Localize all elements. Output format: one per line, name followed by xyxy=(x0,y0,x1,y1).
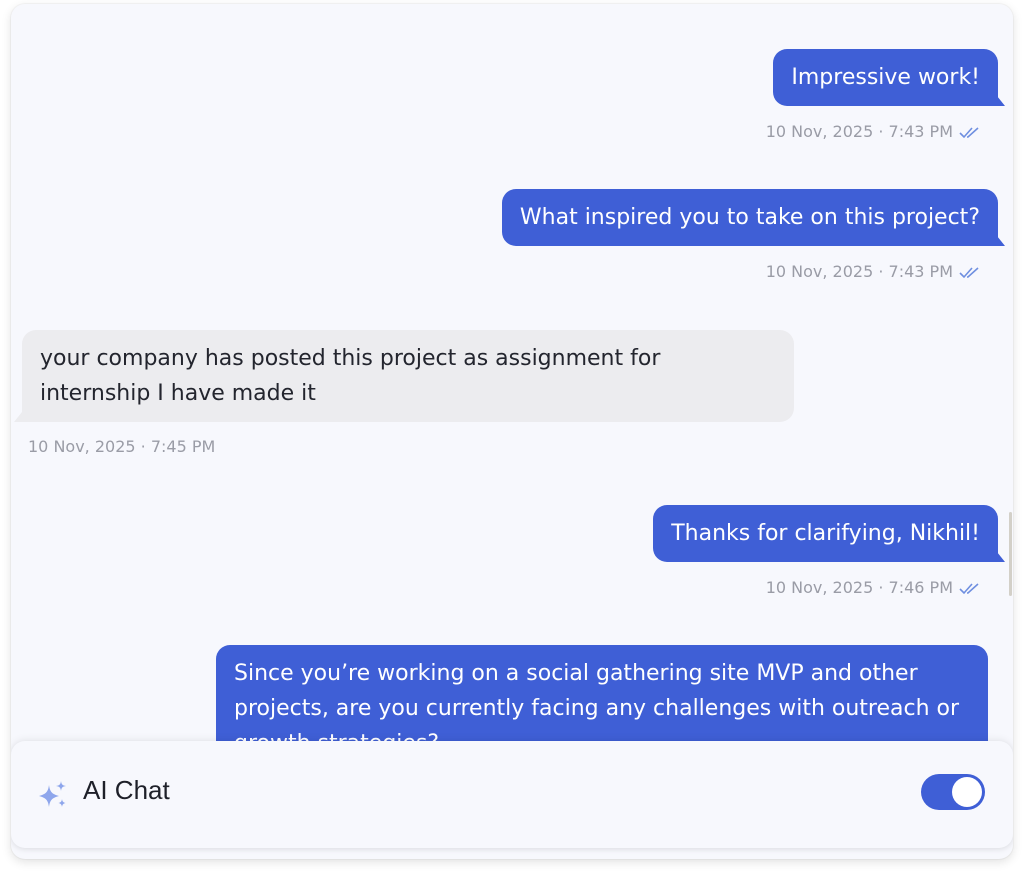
message-text-line: projects, are you currently facing any c… xyxy=(234,696,960,721)
message-meta: 10 Nov, 2025 · 7:46 PM xyxy=(766,578,981,597)
scrollbar-thumb[interactable] xyxy=(1009,512,1012,596)
sparkle-icon xyxy=(39,781,66,807)
toggle-knob xyxy=(952,777,982,807)
message-list[interactable]: Impressive work! 10 Nov, 2025 · 7:43 PM … xyxy=(11,4,1013,741)
message-timestamp: 10 Nov, 2025 · 7:45 PM xyxy=(28,437,216,456)
message-outgoing: Impressive work! xyxy=(773,49,1005,106)
message-bubble[interactable]: your company has posted this project as … xyxy=(14,330,794,422)
message-bubble[interactable]: Thanks for clarifying, Nikhil! xyxy=(653,505,1005,562)
message-bubble[interactable]: Impressive work! xyxy=(773,49,1005,106)
ai-chat-bar: AI Chat xyxy=(11,741,1013,848)
message-timestamp: 10 Nov, 2025 · 7:43 PM xyxy=(765,262,953,281)
message-text: Impressive work! xyxy=(791,65,980,90)
message-text-line: internship I have made it xyxy=(40,381,316,406)
message-bubble[interactable]: Since you’re working on a social gatheri… xyxy=(216,645,988,741)
read-ticks-icon xyxy=(959,582,979,594)
message-text: What inspired you to take on this projec… xyxy=(519,205,980,230)
message-outgoing: Since you’re working on a social gatheri… xyxy=(216,645,988,741)
message-timestamp: 10 Nov, 2025 · 7:43 PM xyxy=(765,122,953,141)
read-ticks-icon xyxy=(959,266,979,278)
ai-chat-toggle[interactable] xyxy=(921,774,985,810)
read-ticks-icon xyxy=(959,126,979,138)
message-outgoing: What inspired you to take on this projec… xyxy=(501,189,1006,246)
message-incoming: your company has posted this project as … xyxy=(14,330,794,422)
message-meta: 10 Nov, 2025 · 7:43 PM xyxy=(766,262,981,281)
message-text-line: growth strategies? xyxy=(234,726,970,741)
message-bubble[interactable]: What inspired you to take on this projec… xyxy=(501,189,1006,246)
ai-chat-label: AI Chat xyxy=(83,775,170,805)
message-text: Thanks for clarifying, Nikhil! xyxy=(671,521,980,546)
message-text-line: your company has posted this project as … xyxy=(40,346,661,371)
message-text-line: Since you’re working on a social gatheri… xyxy=(234,661,918,686)
message-meta: 10 Nov, 2025 · 7:45 PM xyxy=(28,437,215,456)
message-timestamp: 10 Nov, 2025 · 7:46 PM xyxy=(765,578,953,597)
message-outgoing: Thanks for clarifying, Nikhil! xyxy=(653,505,1005,562)
message-meta: 10 Nov, 2025 · 7:43 PM xyxy=(766,122,981,141)
chat-panel: Impressive work! 10 Nov, 2025 · 7:43 PM … xyxy=(11,4,1013,859)
